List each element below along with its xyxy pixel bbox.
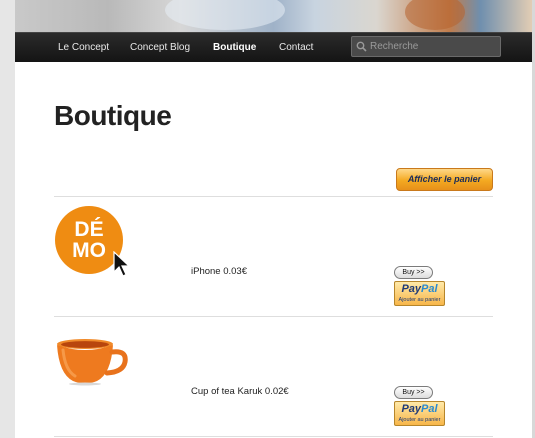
mouse-cursor-icon [113, 251, 131, 277]
view-cart-button[interactable]: Afficher le panier [396, 168, 493, 191]
banner-shape [405, 0, 465, 30]
divider [54, 316, 493, 317]
divider [54, 196, 493, 197]
search-box [351, 36, 501, 57]
nav-item-le-concept[interactable]: Le Concept [58, 33, 109, 62]
paypal-sub-label: Ajouter au panier [398, 297, 441, 303]
product-name-cup-of-tea: Cup of tea Karuk 0.02€ [191, 386, 289, 397]
header-banner-image [15, 0, 532, 32]
demo-text-line-1: DÉ [74, 218, 104, 241]
nav-item-contact[interactable]: Contact [279, 33, 313, 62]
nav-item-concept-blog[interactable]: Concept Blog [130, 33, 190, 62]
paypal-logo: PayPal [401, 283, 438, 295]
main-navbar: Le Concept Concept Blog Boutique Contact [15, 32, 532, 62]
product-name-iphone: iPhone 0.03€ [191, 266, 247, 277]
nav-item-boutique[interactable]: Boutique [213, 33, 256, 62]
divider [54, 436, 493, 437]
paypal-logo: PayPal [401, 403, 438, 415]
buy-button-iphone[interactable]: Buy >> [394, 266, 433, 279]
paypal-add-to-cart-button-iphone[interactable]: PayPal Ajouter au panier [394, 281, 445, 306]
search-input[interactable] [370, 38, 496, 55]
banner-highlight [165, 0, 285, 30]
cup-icon[interactable] [55, 336, 129, 386]
paypal-add-to-cart-button-cup-of-tea[interactable]: PayPal Ajouter au panier [394, 401, 445, 426]
search-icon [356, 41, 367, 52]
paypal-sub-label: Ajouter au panier [398, 417, 441, 423]
page-content: Le Concept Concept Blog Boutique Contact… [15, 0, 532, 438]
page-title: Boutique [54, 100, 172, 131]
buy-button-cup-of-tea[interactable]: Buy >> [394, 386, 433, 399]
